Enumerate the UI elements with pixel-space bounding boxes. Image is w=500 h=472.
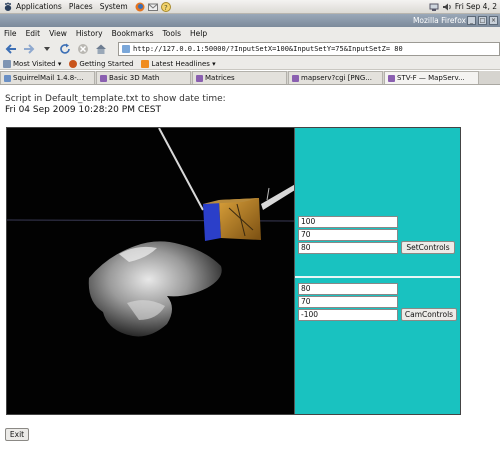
forward-arrow-icon bbox=[24, 43, 35, 54]
cam-x-input[interactable]: 80 bbox=[298, 283, 398, 295]
bookmarks-toolbar: Most Visited ▾ Getting Started Latest He… bbox=[0, 58, 500, 70]
places-menu[interactable]: Places bbox=[69, 2, 93, 11]
help-launcher-icon[interactable]: ? bbox=[160, 1, 171, 12]
volume-icon[interactable] bbox=[442, 2, 452, 12]
tab-stv-f-mapserv[interactable]: STV-F — MapServ... bbox=[384, 71, 479, 84]
svg-text:?: ? bbox=[164, 4, 168, 12]
bookmark-getting-started[interactable]: Getting Started bbox=[69, 59, 133, 68]
control-panel: 100 70 80 SetControls 80 70 -100 CamCont… bbox=[294, 128, 460, 414]
satellite-blue-panel bbox=[203, 200, 221, 241]
menu-edit[interactable]: Edit bbox=[26, 29, 41, 38]
system-menu[interactable]: System bbox=[100, 2, 128, 11]
stop-button[interactable] bbox=[76, 42, 90, 56]
tab-basic-3d-math[interactable]: Basic 3D Math bbox=[96, 71, 191, 84]
menu-bookmarks[interactable]: Bookmarks bbox=[112, 29, 154, 38]
window-titlebar[interactable]: Mozilla Firefox _ □ × bbox=[0, 14, 500, 27]
panel-divider bbox=[295, 276, 460, 278]
close-button[interactable]: × bbox=[489, 16, 498, 25]
tab-favicon-icon bbox=[388, 74, 395, 82]
menu-help[interactable]: Help bbox=[190, 29, 207, 38]
minimize-button[interactable]: _ bbox=[467, 16, 476, 25]
window-title: Mozilla Firefox bbox=[412, 16, 466, 25]
rss-feed-icon bbox=[141, 59, 150, 68]
date-time-text: Fri 04 Sep 2009 10:28:20 PM CEST bbox=[5, 105, 162, 115]
url-bar[interactable]: http://127.0.0.1:50000/?InputSetX=100&In… bbox=[118, 41, 500, 56]
tab-strip: SquirrelMail 1.4.8-... Basic 3D Math Mat… bbox=[0, 71, 500, 85]
cam-y-input[interactable]: 70 bbox=[298, 296, 398, 308]
history-dropdown-button[interactable] bbox=[40, 42, 54, 56]
terrain-mesh bbox=[88, 241, 222, 337]
network-icon[interactable] bbox=[429, 2, 439, 12]
firefox-icon bbox=[69, 59, 78, 68]
firefox-launcher-icon[interactable] bbox=[135, 2, 145, 12]
url-text: http://127.0.0.1:50000/?InputSetX=100&In… bbox=[133, 44, 403, 53]
set-x-input[interactable]: 100 bbox=[298, 216, 398, 228]
tab-favicon-icon bbox=[100, 74, 107, 82]
back-arrow-icon bbox=[5, 43, 16, 54]
panel-clock[interactable]: Fri Sep 4, 2 bbox=[455, 2, 497, 11]
set-z-input[interactable]: 80 bbox=[298, 242, 398, 254]
antenna-beam bbox=[158, 128, 204, 211]
cam-controls-button[interactable]: CamControls bbox=[401, 308, 457, 321]
3d-viewer[interactable] bbox=[7, 128, 294, 414]
set-controls-button[interactable]: SetControls bbox=[401, 241, 455, 254]
gnome-foot-icon[interactable] bbox=[3, 2, 13, 12]
bookmark-folder-icon bbox=[3, 59, 11, 68]
home-icon bbox=[96, 44, 106, 54]
tab-matrices[interactable]: Matrices bbox=[192, 71, 287, 84]
menu-view[interactable]: View bbox=[49, 29, 67, 38]
applications-menu[interactable]: Applications bbox=[16, 2, 62, 11]
script-caption: Script in Default_template.txt to show d… bbox=[5, 94, 226, 104]
set-y-input[interactable]: 70 bbox=[298, 229, 398, 241]
menu-tools[interactable]: Tools bbox=[163, 29, 181, 38]
home-button[interactable] bbox=[94, 42, 108, 56]
3d-scene-render bbox=[7, 128, 294, 337]
reload-button[interactable] bbox=[58, 42, 72, 56]
mail-launcher-icon[interactable] bbox=[147, 2, 158, 12]
forward-button[interactable] bbox=[22, 42, 36, 56]
gnome-top-panel: Applications Places System ? Fri Sep 4, … bbox=[0, 0, 500, 14]
menu-file[interactable]: File bbox=[4, 29, 17, 38]
tab-favicon-icon bbox=[292, 74, 299, 82]
menu-history[interactable]: History bbox=[76, 29, 103, 38]
cam-z-input[interactable]: -100 bbox=[298, 309, 398, 321]
reload-icon bbox=[60, 43, 70, 54]
solar-wing bbox=[261, 184, 294, 210]
mapserver-frame: 100 70 80 SetControls 80 70 -100 CamCont… bbox=[6, 127, 461, 415]
stop-icon bbox=[78, 43, 88, 54]
navigation-toolbar: http://127.0.0.1:50000/?InputSetX=100&In… bbox=[0, 39, 500, 58]
tab-favicon-icon bbox=[196, 74, 203, 82]
tab-favicon-icon bbox=[4, 74, 11, 82]
chevron-down-icon bbox=[44, 46, 50, 51]
satellite-body bbox=[219, 198, 261, 240]
exit-button[interactable]: Exit bbox=[5, 428, 29, 441]
tab-squirrelmail[interactable]: SquirrelMail 1.4.8-... bbox=[0, 71, 95, 84]
bookmark-latest-headlines[interactable]: Latest Headlines ▾ bbox=[141, 59, 216, 68]
maximize-button[interactable]: □ bbox=[478, 16, 487, 25]
back-button[interactable] bbox=[4, 42, 18, 56]
browser-menubar: File Edit View History Bookmarks Tools H… bbox=[0, 27, 500, 39]
tab-mapserv-png[interactable]: mapserv?cgi [PNG... bbox=[288, 71, 383, 84]
bookmark-most-visited[interactable]: Most Visited ▾ bbox=[3, 59, 61, 68]
page-favicon-icon bbox=[122, 44, 130, 53]
